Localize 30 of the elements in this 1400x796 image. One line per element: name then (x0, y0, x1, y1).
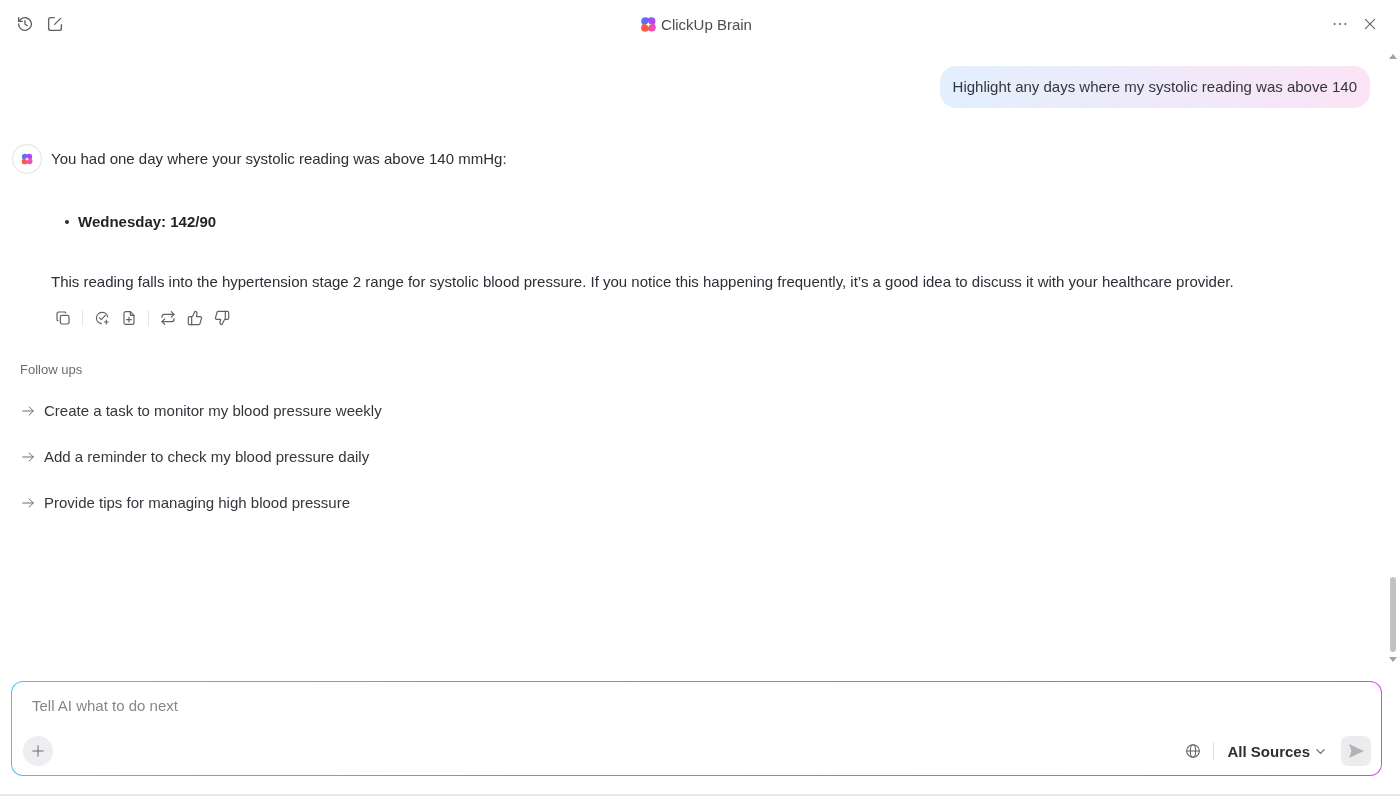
repeat-icon[interactable] (160, 310, 176, 326)
scrollbar-thumb[interactable] (1390, 577, 1396, 652)
message-input[interactable]: Tell AI what to do next (22, 694, 1371, 718)
assistant-message-text: This reading falls into the hypertension stage 2 range for systolic blood pressure. If you notice this happening frequently, it’s a good idea to discuss it with your healthcare provider. (51, 272, 1234, 292)
arrow-right-icon (21, 496, 35, 510)
document-plus-icon[interactable] (121, 310, 137, 326)
bullet-icon (65, 220, 69, 224)
edit-icon[interactable] (46, 15, 64, 33)
follow-ups-heading: Follow ups (20, 361, 84, 379)
thumbs-down-icon[interactable] (214, 310, 230, 326)
thumbs-up-icon[interactable] (187, 310, 203, 326)
globe-icon[interactable] (1185, 743, 1202, 759)
bullet-text: Wednesday: 142/90 (78, 212, 217, 232)
send-icon (1348, 744, 1364, 758)
plus-icon (31, 744, 45, 758)
history-icon[interactable] (16, 15, 34, 33)
arrow-right-icon (21, 404, 35, 418)
follow-up-item[interactable]: Add a reminder to check my blood pressure daily (20, 434, 370, 480)
close-icon[interactable] (1363, 17, 1377, 31)
follow-up-item[interactable]: Provide tips for managing high blood pressure (20, 480, 350, 526)
logo-icon (641, 16, 657, 32)
check-circle-plus-icon[interactable] (94, 310, 110, 326)
app-title: ClickUp Brain (661, 15, 752, 33)
assistant-message-text: You had one day where your systolic reading was above 140 mmHg: (51, 149, 508, 169)
follow-up-item[interactable]: Create a task to monitor my blood pressure weekly (20, 388, 382, 434)
user-message-bubble: Highlight any days where my systolic reading was above 140 (939, 66, 1370, 108)
arrow-right-icon (21, 450, 35, 464)
sources-dropdown[interactable]: All Sources (1227, 742, 1326, 760)
avatar-logo-icon (12, 144, 42, 174)
copy-icon[interactable] (55, 310, 71, 326)
